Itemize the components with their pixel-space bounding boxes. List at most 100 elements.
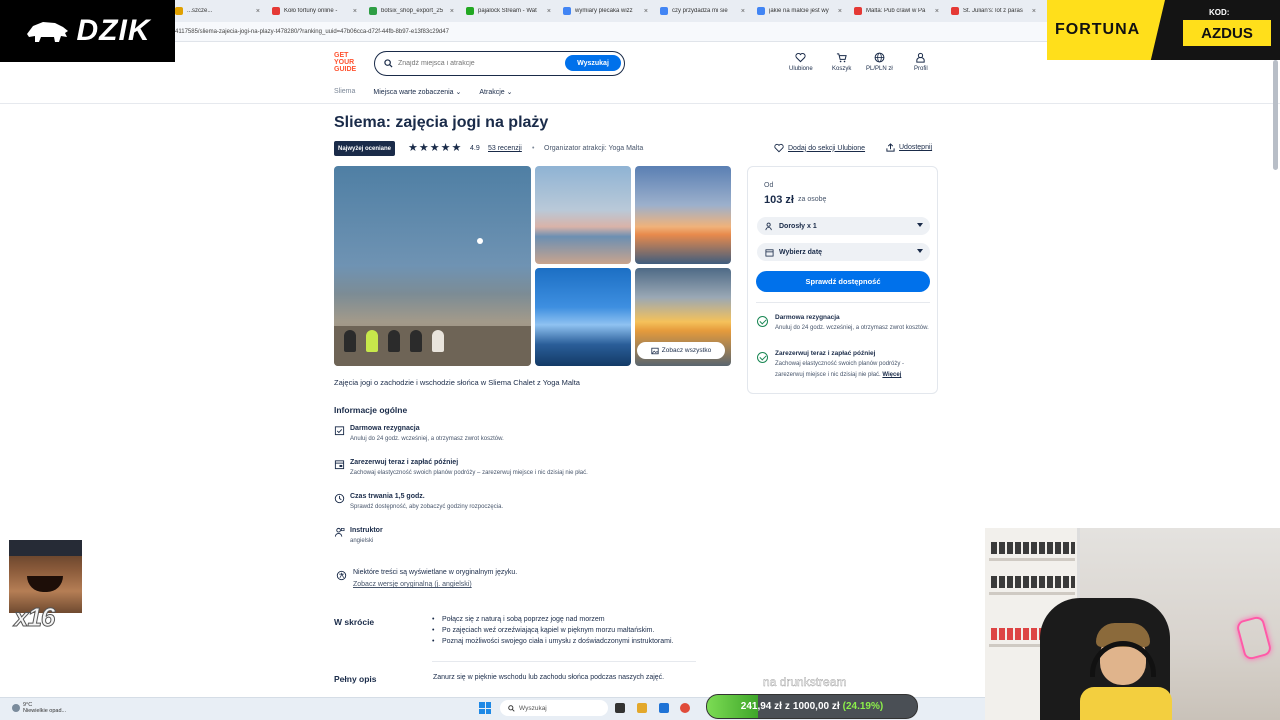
more-link[interactable]: Więcej xyxy=(882,372,901,378)
url-text: 4117585/sliema-zajecia-jogi-na-plazy-t47… xyxy=(175,28,449,35)
shelf-row xyxy=(989,558,1075,561)
intro-text: Zajęcia jogi o zachodzie i wschodzie sło… xyxy=(334,378,580,387)
tab-favicon-icon xyxy=(466,7,474,15)
cart-icon xyxy=(837,53,847,63)
general-info-heading: Informacje ogólne xyxy=(334,405,408,415)
info-title: Czas trwania 1,5 godz. xyxy=(350,493,425,500)
search-input[interactable] xyxy=(398,60,558,67)
highlights-list: Połącz się z naturą i sobą poprzez jogę … xyxy=(432,616,673,649)
person-shape xyxy=(432,330,444,352)
divider xyxy=(0,103,1280,104)
page-title: Sliema: zajęcia jogi na plaży xyxy=(334,114,549,131)
feature-title: Zarezerwuj teraz i zapłać później xyxy=(775,350,876,357)
gallery-photo[interactable] xyxy=(535,166,631,264)
see-all-photos-button[interactable]: Zobacz wszystko xyxy=(637,342,725,359)
nav-places-to-see[interactable]: Miejsca warte zobaczenia ⌄ xyxy=(373,88,461,96)
close-tab-icon[interactable]: × xyxy=(741,8,745,15)
chevron-down-icon: ⌄ xyxy=(455,89,462,96)
tab-favicon-icon xyxy=(951,7,959,15)
reviews-link[interactable]: 53 recenzji xyxy=(488,145,522,152)
search-button[interactable]: Wyszukaj xyxy=(565,55,621,71)
close-tab-icon[interactable]: × xyxy=(838,8,842,15)
calendar-icon xyxy=(765,248,774,257)
rating-value: 4.9 xyxy=(470,145,480,152)
browser-tab[interactable]: ...szcze... × xyxy=(170,2,265,20)
progress-goal: 1000,00 zł xyxy=(792,701,840,712)
mail-icon[interactable] xyxy=(659,703,669,713)
tab-label: St. Julian's: lot z paras xyxy=(963,8,1023,14)
browser-tab[interactable]: St. Julian's: lot z paras × xyxy=(946,2,1041,20)
close-tab-icon[interactable]: × xyxy=(547,8,551,15)
close-tab-icon[interactable]: × xyxy=(256,8,260,15)
close-tab-icon[interactable]: × xyxy=(1032,8,1036,15)
cans-shape xyxy=(991,576,1075,588)
star-icon: ★ xyxy=(418,142,429,154)
webcam-feed xyxy=(985,528,1280,720)
weather-text: 9°C Niewielkie opad... xyxy=(23,702,66,714)
browser-tab[interactable]: pajalock Stream - Wat × xyxy=(461,2,556,20)
progress-of: z xyxy=(784,701,790,712)
close-tab-icon[interactable]: × xyxy=(644,8,648,15)
check-availability-button[interactable]: Sprawdź dostępność xyxy=(756,271,930,292)
logo-line: GUIDE xyxy=(334,66,357,73)
close-tab-icon[interactable]: × xyxy=(450,8,454,15)
share-label: Udostępnij xyxy=(899,144,933,151)
browser-tab[interactable]: Malta: Pub crawl w Pa × xyxy=(849,2,944,20)
gallery-main-photo[interactable] xyxy=(334,166,531,366)
see-all-label: Zobacz wszystko xyxy=(661,347,712,354)
header-cart[interactable]: Koszyk xyxy=(832,52,851,72)
close-tab-icon[interactable]: × xyxy=(353,8,357,15)
tab-label: wymiary plecaka wizz xyxy=(575,8,633,14)
add-to-wishlist-button[interactable]: Dodaj do sekcji Ulubione xyxy=(774,143,865,153)
tab-favicon-icon xyxy=(660,7,668,15)
tab-label: czy przydadza mi sie xyxy=(672,8,728,14)
logo-line: GET xyxy=(334,52,349,59)
taskbar-search[interactable]: Wyszukaj xyxy=(500,700,608,716)
share-button[interactable]: Udostępnij xyxy=(886,143,932,152)
gallery-photo[interactable] xyxy=(635,166,731,264)
header-language[interactable]: PL/PLN zł xyxy=(866,52,893,72)
header-profile[interactable]: Profil xyxy=(914,52,928,72)
neon-sign-shape xyxy=(1235,615,1273,661)
cans-shape xyxy=(991,542,1075,554)
header-wishlist-label: Ulubione xyxy=(789,66,813,72)
date-value: Wybierz datę xyxy=(779,248,823,256)
tab-favicon-icon xyxy=(369,7,377,15)
weather-widget[interactable]: 9°C Niewielkie opad... xyxy=(12,702,66,714)
nav-attractions[interactable]: Atrakcje ⌄ xyxy=(479,88,512,96)
weather-desc: Niewielkie opad... xyxy=(23,708,67,714)
chrome-icon[interactable] xyxy=(680,703,690,713)
header-wishlist[interactable]: Ulubione xyxy=(789,52,813,72)
header-language-label: PL/PLN zł xyxy=(866,66,893,72)
divider xyxy=(756,302,930,303)
see-original-link[interactable]: Zobacz wersję oryginalną (j. angielski) xyxy=(353,581,472,588)
people-silhouettes xyxy=(344,330,444,352)
star-icon: ★ xyxy=(408,142,418,154)
search-icon xyxy=(508,704,515,712)
browser-tab[interactable]: Koło fortuny online - × xyxy=(267,2,362,20)
search-icon xyxy=(384,59,393,68)
windows-start-icon[interactable] xyxy=(479,702,491,714)
browser-tab[interactable]: wymiary plecaka wizz × xyxy=(558,2,653,20)
file-explorer-icon[interactable] xyxy=(637,703,647,713)
breadcrumb: Sliema Miejsca warte zobaczenia ⌄ Atrakc… xyxy=(334,88,513,96)
task-view-icon[interactable] xyxy=(615,703,625,713)
page-scrollbar[interactable] xyxy=(1273,60,1278,170)
dzik-wordmark: DZIK xyxy=(76,14,151,47)
stream-watermark: na drunkstream xyxy=(763,675,847,689)
date-select[interactable]: Wybierz datę xyxy=(757,243,930,261)
browser-tab[interactable]: czy przydadza mi sie × xyxy=(655,2,750,20)
browser-tab[interactable]: botsix_shop_export_25 × xyxy=(364,2,459,20)
participants-select[interactable]: Dorosły x 1 xyxy=(757,217,930,235)
browser-tab[interactable]: jakie na malcie jest wy × xyxy=(752,2,847,20)
add-to-wishlist-label: Dodaj do sekcji Ulubione xyxy=(788,144,866,152)
close-tab-icon[interactable]: × xyxy=(935,8,939,15)
price-from-label: Od xyxy=(764,182,774,189)
logo-line: YOUR xyxy=(334,59,355,66)
gallery-photo[interactable] xyxy=(535,268,631,366)
getyourguide-logo[interactable]: GET YOUR GUIDE xyxy=(334,52,364,76)
tab-favicon-icon xyxy=(175,7,183,15)
breadcrumb-sliema[interactable]: Sliema xyxy=(334,88,355,96)
calendar-pay-icon xyxy=(334,460,345,470)
chevron-down-icon xyxy=(917,223,923,227)
